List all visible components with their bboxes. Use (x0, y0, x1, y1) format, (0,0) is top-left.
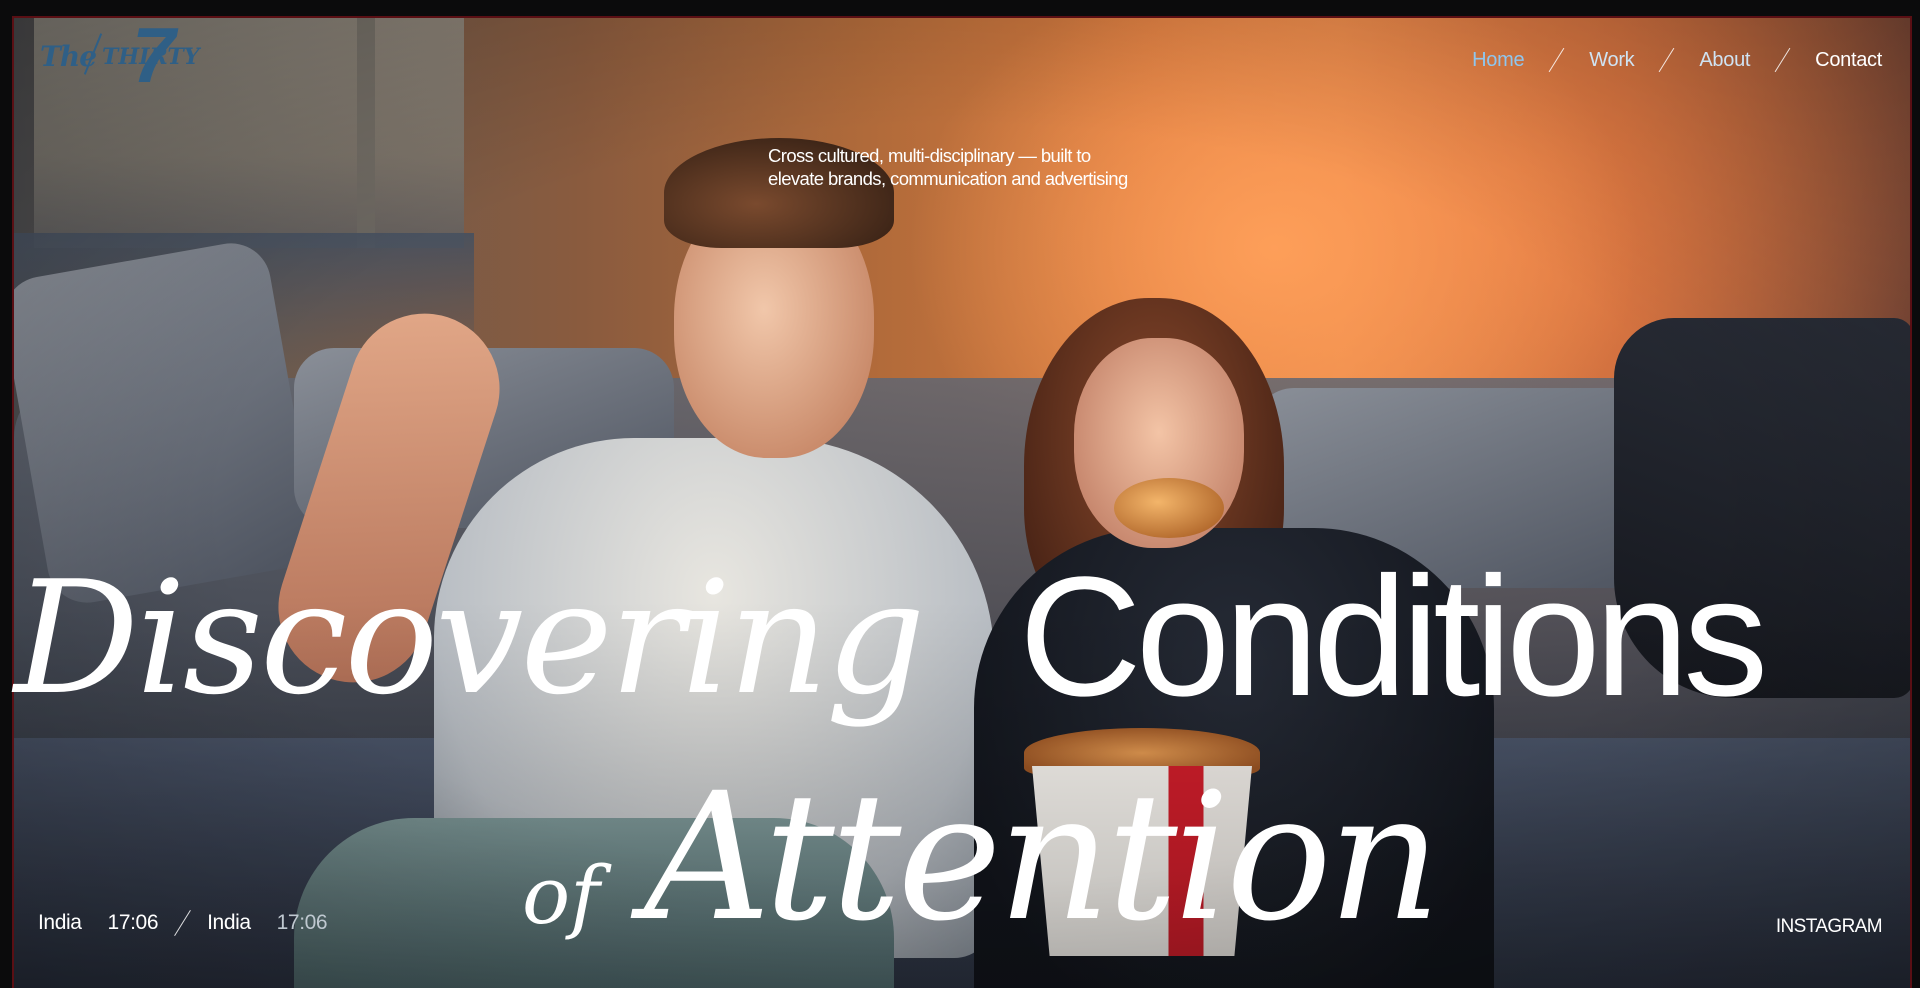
instagram-link[interactable]: INSTAGRAM (1776, 916, 1883, 938)
location-1: India (38, 911, 82, 934)
headline-conditions: Conditions (1019, 542, 1768, 732)
nav-contact[interactable]: Contact (1815, 49, 1882, 72)
main-nav: Home Work About Contact (1472, 46, 1882, 74)
location-clocks: India 17:06 India 17:06 (38, 908, 328, 938)
clock-separator (174, 910, 191, 936)
time-2: 17:06 (276, 911, 328, 934)
nav-work[interactable]: Work (1589, 49, 1634, 72)
tagline-line-1: Cross cultured, multi-disciplinary — bui… (768, 145, 1091, 166)
nav-about[interactable]: About (1699, 49, 1750, 72)
nav-home[interactable]: Home (1472, 49, 1524, 72)
logo-seven: 7 (132, 11, 176, 99)
hero-tagline: Cross cultured, multi-disciplinary — bui… (768, 144, 1208, 190)
brand-logo[interactable]: The THIRTY 7 (32, 16, 199, 94)
tagline-line-2: elevate brands, communication and advert… (768, 168, 1128, 189)
nav-separator (1659, 47, 1675, 73)
nav-separator (1774, 47, 1791, 73)
headline-of: of (522, 849, 600, 942)
time-1: 17:06 (107, 911, 159, 934)
headline-attention: Attention (644, 755, 1441, 960)
headline-discovering: Discovering (14, 547, 926, 729)
location-2: India (207, 911, 251, 934)
nav-separator (1548, 47, 1565, 73)
page-frame: The THIRTY 7 Home Work About Contact Cro… (0, 0, 1920, 988)
